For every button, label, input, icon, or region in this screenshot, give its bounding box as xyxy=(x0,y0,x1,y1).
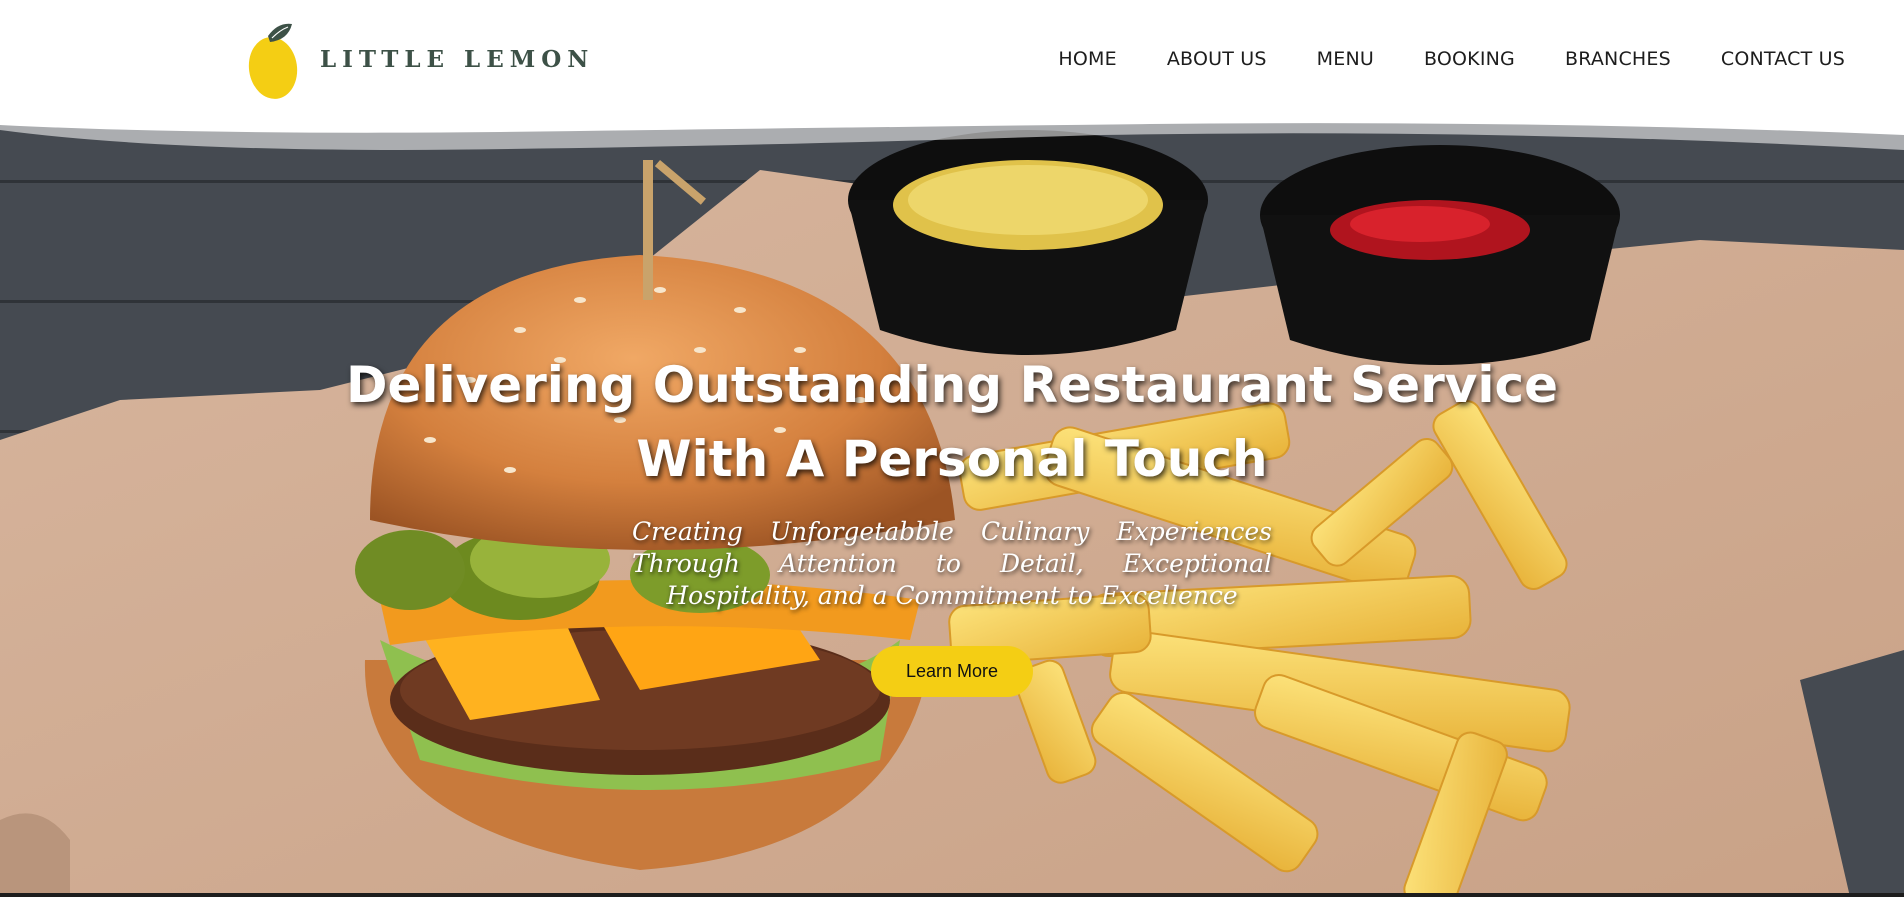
main-nav: HOME ABOUT US MENU BOOKING BRANCHES CONT… xyxy=(1058,48,1845,70)
lemon-icon xyxy=(248,23,298,99)
brand-name: LITTLE LEMON xyxy=(320,45,595,73)
nav-menu[interactable]: MENU xyxy=(1317,48,1374,70)
learn-more-button[interactable]: Learn More xyxy=(871,646,1033,697)
nav-booking[interactable]: BOOKING xyxy=(1424,48,1515,70)
hero-text: Delivering Outstanding Restaurant Servic… xyxy=(0,348,1904,697)
nav-home[interactable]: HOME xyxy=(1058,48,1116,70)
hero-headline-line1: Delivering Outstanding Restaurant Servic… xyxy=(345,356,1559,414)
hero-headline-line2: With A Personal Touch xyxy=(636,430,1268,488)
brand-logo[interactable]: LITTLE LEMON xyxy=(248,16,594,102)
nav-contact-us[interactable]: CONTACT US xyxy=(1721,48,1845,70)
nav-branches[interactable]: BRANCHES xyxy=(1565,48,1671,70)
page-bottom-border xyxy=(0,893,1904,897)
site-header: LITTLE LEMON HOME ABOUT US MENU BOOKING … xyxy=(0,0,1904,150)
hero-subtitle: Creating Unforgetabble Culinary Experien… xyxy=(632,517,1272,610)
hero-headline: Delivering Outstanding Restaurant Servic… xyxy=(0,348,1904,496)
nav-about-us[interactable]: ABOUT US xyxy=(1167,48,1267,70)
